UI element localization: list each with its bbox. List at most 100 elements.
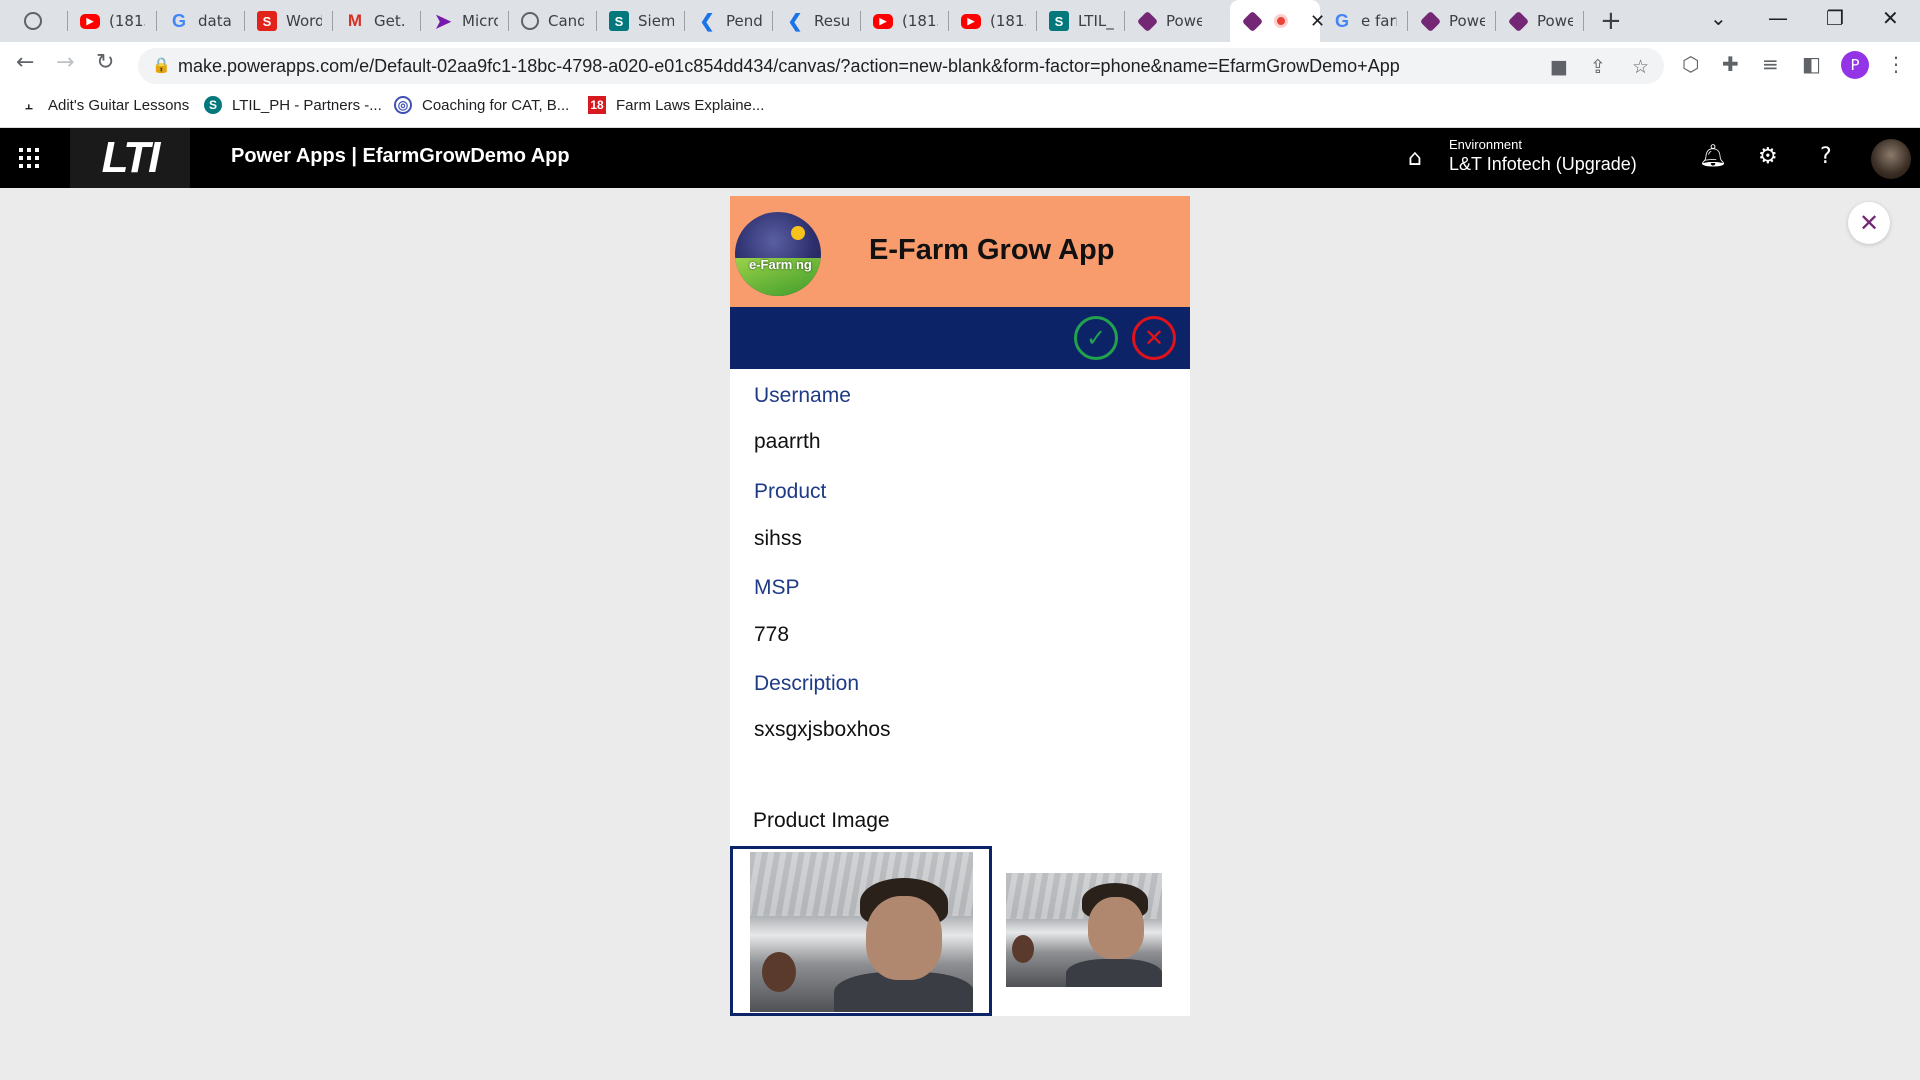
product-image-selected[interactable] [730, 846, 992, 1016]
kk-icon: ❮ [699, 10, 715, 31]
extension-icon[interactable]: ⬡ [1682, 52, 1699, 76]
close-icon: ✕ [1858, 209, 1880, 237]
microsoft-icon: ➤ [434, 10, 452, 33]
user-avatar[interactable] [1871, 139, 1911, 179]
check-icon: ✓ [1085, 324, 1107, 352]
reload-icon[interactable]: ↻ [96, 50, 114, 75]
gmail-icon: M [347, 11, 363, 30]
browser-tab[interactable]: ▶ (1813 [861, 0, 949, 42]
cancel-button[interactable]: ✕ [1132, 316, 1176, 360]
tab-search-icon[interactable]: ⌄ [1710, 6, 1727, 30]
profile-avatar[interactable]: P [1841, 51, 1869, 79]
powerapps-icon [1419, 10, 1441, 32]
field-value-product[interactable]: sihss [754, 527, 802, 551]
powerapps-icon [1136, 10, 1158, 32]
kk-icon: ❮ [787, 10, 803, 31]
new-tab-button[interactable]: + [1600, 6, 1622, 36]
browser-tab[interactable]: Candi [509, 0, 597, 42]
forward-icon[interactable]: → [56, 50, 74, 75]
field-label-msp: MSP [754, 576, 800, 599]
globe-icon [521, 12, 539, 30]
browser-tab[interactable]: ❮ Pendi [685, 0, 773, 42]
help-icon[interactable]: ? [1820, 144, 1832, 169]
bookmark-item[interactable]: 18 Farm Laws Explaine... [588, 96, 764, 114]
field-label-description: Description [754, 672, 860, 695]
news18-icon: 18 [588, 96, 606, 114]
sharepoint-icon: S [1049, 11, 1069, 31]
browser-tab[interactable]: M Get. S [333, 0, 421, 42]
browser-tab[interactable]: Powe [1496, 0, 1584, 42]
google-icon: G [171, 10, 186, 31]
browser-tab[interactable]: ➤ Micro [421, 0, 509, 42]
back-icon[interactable]: ← [16, 50, 34, 75]
company-logo: LTI [70, 128, 190, 188]
browser-tab[interactable] [12, 0, 68, 42]
submit-button[interactable]: ✓ [1074, 316, 1118, 360]
browser-tab[interactable]: G data r [157, 0, 245, 42]
side-panel-icon[interactable]: ◧ [1802, 52, 1821, 76]
field-value-username[interactable]: paarrth [754, 430, 821, 454]
sharepoint-icon: S [609, 11, 629, 31]
product-photo [750, 852, 973, 1012]
app-heading: E-Farm Grow App [869, 234, 1115, 266]
google-icon: G [1334, 10, 1349, 31]
browser-tab[interactable]: ▶ (1813 [68, 0, 157, 42]
lock-icon: 🔒 [152, 56, 171, 74]
form-action-bar: ✓ ✕ [730, 307, 1190, 369]
extensions-puzzle-icon[interactable]: ✚ [1722, 52, 1739, 76]
product-image-thumbnail[interactable] [1006, 873, 1162, 987]
powerapps-icon [1241, 10, 1263, 32]
sharepoint-icon: S [204, 96, 222, 114]
browser-tab[interactable]: ❮ Resun [773, 0, 861, 42]
address-bar[interactable]: 🔒 make.powerapps.com/e/Default-02aa9fc1-… [138, 48, 1664, 84]
globe-icon [24, 12, 42, 30]
bookmark-item[interactable]: ⫠ Adit's Guitar Lessons [20, 96, 189, 114]
browser-tab[interactable]: S Word [245, 0, 333, 42]
reading-list-icon[interactable]: ≡ [1762, 52, 1779, 76]
browser-tab[interactable]: Powe [1125, 0, 1235, 42]
browser-tab-active[interactable]: ✕ [1230, 0, 1325, 42]
environment-value[interactable]: L&T Infotech (Upgrade) [1449, 154, 1637, 175]
browser-tab[interactable]: Powe [1408, 0, 1496, 42]
app-launcher-icon[interactable] [19, 148, 39, 168]
bookmark-item[interactable]: ◎ Coaching for CAT, B... [394, 96, 569, 114]
youtube-icon: ▶ [80, 13, 100, 29]
menu-icon[interactable]: ⋮ [1886, 52, 1906, 76]
app-preview-screen: e-Farm ng E-Farm Grow App ✓ ✕ Username p… [730, 196, 1190, 1016]
field-value-description[interactable]: sxsgxjsboxhos [754, 718, 891, 742]
bookmarks-bar: ⫠ Adit's Guitar Lessons S LTIL_PH - Part… [0, 90, 1920, 128]
url-text[interactable]: make.powerapps.com/e/Default-02aa9fc1-18… [178, 56, 1400, 77]
notifications-bell-icon[interactable]: 🔔︎ [1699, 144, 1727, 169]
page-title: Power Apps | EfarmGrowDemo App [231, 145, 570, 167]
browser-toolbar: ← → ↻ 🔒 make.powerapps.com/e/Default-02a… [0, 42, 1920, 90]
browser-tab[interactable]: ▶ (1813 [949, 0, 1037, 42]
bookmark-item[interactable]: S LTIL_PH - Partners -... [204, 96, 382, 114]
environment-label[interactable]: Environment [1449, 137, 1522, 152]
youtube-icon: ▶ [873, 13, 893, 29]
bookmark-icon: ⫠ [25, 97, 33, 112]
recording-icon [1271, 11, 1291, 31]
browser-tab[interactable]: S LTIL_P [1037, 0, 1125, 42]
settings-gear-icon[interactable]: ⚙ [1758, 144, 1778, 169]
browser-tab[interactable]: G e farr [1320, 0, 1408, 42]
sharepoint-icon: S [257, 11, 277, 31]
browser-tab-strip: ▶ (1813 G data r S Word M Get. S ➤ Micro… [0, 0, 1920, 42]
app-header-bar: e-Farm ng E-Farm Grow App [730, 196, 1190, 307]
efarming-logo: e-Farm ng [735, 212, 821, 296]
share-icon[interactable]: ⇪ [1590, 56, 1606, 78]
close-window-button[interactable]: ✕ [1882, 6, 1899, 30]
browser-tab[interactable]: S Sieme [597, 0, 685, 42]
coaching-icon: ◎ [394, 96, 412, 114]
camera-icon[interactable]: ■ [1550, 56, 1568, 78]
powerapps-icon [1507, 10, 1529, 32]
powerapps-header: LTI Power Apps | EfarmGrowDemo App ⌂ Env… [0, 128, 1920, 188]
bookmark-star-icon[interactable]: ☆ [1632, 56, 1649, 78]
restore-button[interactable]: ❐ [1826, 6, 1844, 30]
field-label-username: Username [754, 384, 851, 407]
minimize-button[interactable]: — [1768, 6, 1788, 30]
environment-icon[interactable]: ⌂ [1408, 146, 1422, 171]
youtube-icon: ▶ [961, 13, 981, 29]
close-preview-button[interactable]: ✕ [1848, 202, 1890, 244]
field-value-msp[interactable]: 778 [754, 623, 789, 647]
cancel-icon: ✕ [1143, 324, 1165, 352]
